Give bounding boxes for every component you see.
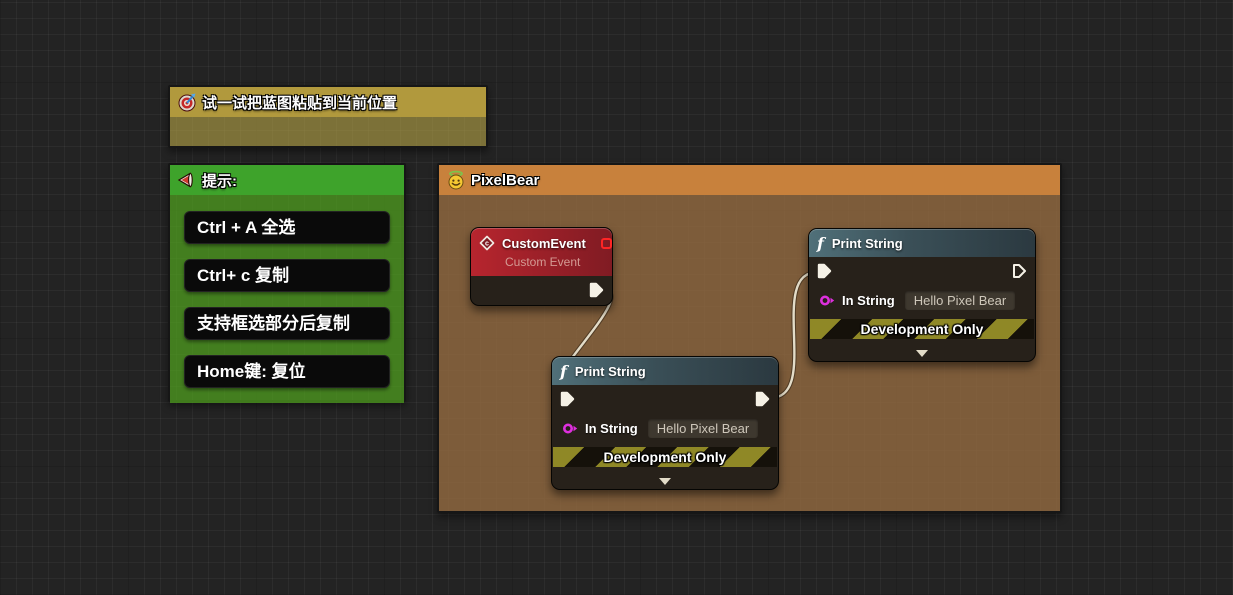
comment-paste-tip-body bbox=[170, 117, 486, 146]
node-print-string-2-header[interactable]: f Print String bbox=[809, 229, 1035, 257]
hint-item-home-reset[interactable]: Home键: 复位 bbox=[184, 355, 390, 388]
function-icon: f bbox=[817, 236, 824, 252]
delegate-pin-icon[interactable] bbox=[600, 237, 613, 250]
hint-item-copy[interactable]: Ctrl+ c 复制 bbox=[184, 259, 390, 292]
comment-hint[interactable]: 提示: Ctrl + A 全选 Ctrl+ c 复制 支持框选部分后复制 Hom… bbox=[168, 163, 406, 402]
node-custom-event-header[interactable]: c CustomEvent Custom Event bbox=[471, 228, 612, 276]
in-string-value-field[interactable]: Hello Pixel Bear bbox=[905, 291, 1016, 310]
node-custom-event-subtitle: Custom Event bbox=[479, 254, 604, 273]
blueprint-canvas[interactable]: 试一试把蓝图粘贴到当前位置 提示: Ctrl + A 全选 Ctrl+ c 复制… bbox=[0, 0, 1233, 595]
megaphone-icon bbox=[177, 171, 197, 189]
exec-in-pin[interactable] bbox=[817, 263, 832, 279]
node-print-string-1[interactable]: f Print String In String Hello Pixel Bea… bbox=[551, 356, 779, 490]
comment-paste-tip-title: 试一试把蓝图粘贴到当前位置 bbox=[202, 92, 397, 113]
exec-in-pin[interactable] bbox=[560, 391, 575, 407]
development-only-label: Development Only bbox=[861, 321, 984, 337]
in-string-label: In String bbox=[585, 421, 638, 436]
hint-item-select-all[interactable]: Ctrl + A 全选 bbox=[184, 211, 390, 244]
hint-item-marquee-copy[interactable]: 支持框选部分后复制 bbox=[184, 307, 390, 340]
expand-advanced-chevron[interactable] bbox=[916, 350, 928, 357]
comment-hint-title: 提示: bbox=[202, 170, 237, 191]
svg-text:c: c bbox=[485, 241, 489, 248]
comment-pixelbear-header[interactable]: PixelBear bbox=[439, 165, 1060, 195]
expand-advanced-chevron[interactable] bbox=[659, 478, 671, 485]
comment-paste-tip-header[interactable]: 试一试把蓝图粘贴到当前位置 bbox=[170, 87, 486, 117]
string-pin-icon[interactable] bbox=[819, 294, 836, 307]
node-print-string-1-title: Print String bbox=[575, 364, 646, 379]
exec-out-pin[interactable] bbox=[589, 282, 604, 298]
development-only-banner: Development Only bbox=[810, 319, 1034, 339]
comment-pixelbear-title: PixelBear bbox=[471, 172, 539, 189]
exec-out-pin[interactable] bbox=[755, 391, 770, 407]
in-string-label: In String bbox=[842, 293, 895, 308]
dartboard-icon bbox=[177, 92, 197, 112]
in-string-value-field[interactable]: Hello Pixel Bear bbox=[648, 419, 759, 438]
development-only-label: Development Only bbox=[604, 449, 727, 465]
development-only-banner: Development Only bbox=[553, 447, 777, 467]
node-print-string-2-title: Print String bbox=[832, 236, 903, 251]
node-print-string-1-header[interactable]: f Print String bbox=[552, 357, 778, 385]
string-pin-icon[interactable] bbox=[562, 422, 579, 435]
function-icon: f bbox=[560, 364, 567, 380]
comment-hint-header[interactable]: 提示: bbox=[170, 165, 404, 195]
event-diamond-icon: c bbox=[479, 235, 495, 251]
comment-hint-body: Ctrl + A 全选 Ctrl+ c 复制 支持框选部分后复制 Home键: … bbox=[170, 195, 404, 403]
exec-out-pin[interactable] bbox=[1012, 263, 1027, 279]
node-custom-event[interactable]: c CustomEvent Custom Event bbox=[470, 227, 613, 306]
comment-paste-tip[interactable]: 试一试把蓝图粘贴到当前位置 bbox=[168, 85, 488, 148]
halo-smiley-icon bbox=[446, 170, 466, 190]
node-print-string-2[interactable]: f Print String In String Hello Pixel Bea… bbox=[808, 228, 1036, 362]
node-custom-event-title: CustomEvent bbox=[502, 236, 586, 251]
